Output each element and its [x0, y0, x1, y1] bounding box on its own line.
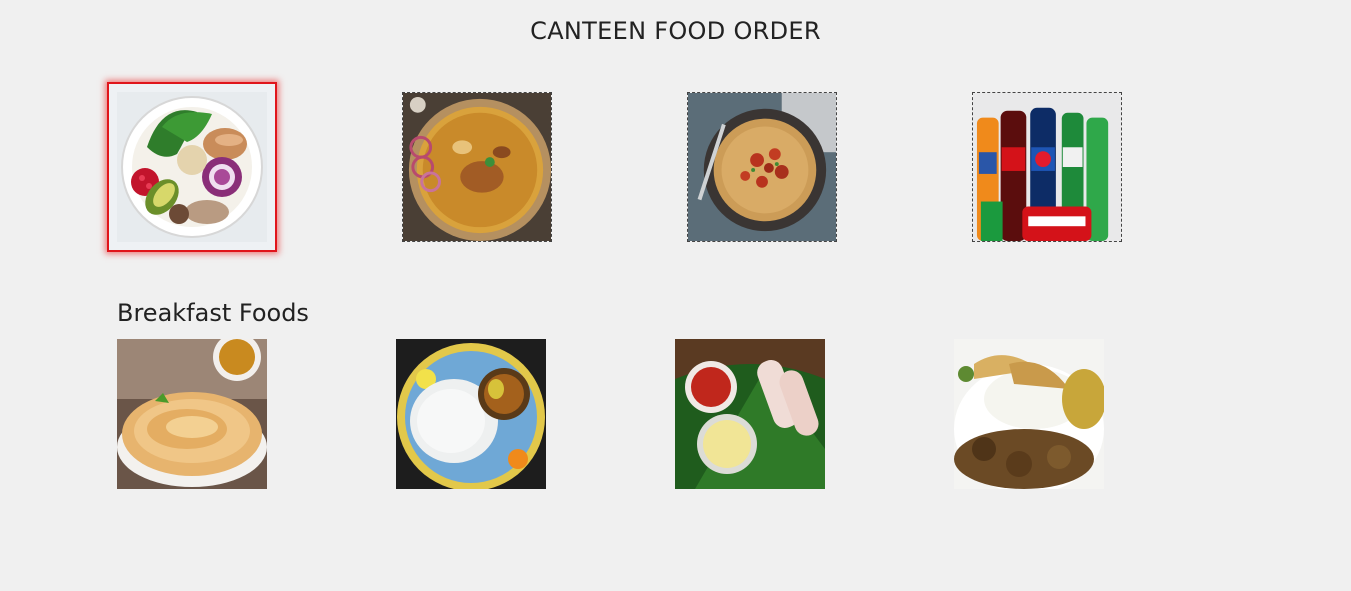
biryani-image: [403, 93, 551, 241]
food-item-salad-bowl[interactable]: [107, 82, 277, 252]
breakfast-item-idiyappam[interactable]: [396, 339, 546, 489]
breakfast-item-puttu[interactable]: [675, 339, 825, 489]
breakfast-item-parotta[interactable]: [117, 339, 267, 489]
spaghetti-image: [688, 93, 836, 241]
salad-bowl-image: [117, 92, 267, 242]
page-title: CANTEEN FOOD ORDER: [530, 17, 821, 45]
food-item-soft-drinks[interactable]: [972, 92, 1122, 242]
parotta-image: [117, 339, 267, 489]
food-item-spaghetti[interactable]: [687, 92, 837, 242]
food-item-biryani[interactable]: [402, 92, 552, 242]
section-heading-breakfast: Breakfast Foods: [117, 299, 309, 327]
puttu-image: [675, 339, 825, 489]
canteen-page: CANTEEN FOOD ORDER Breakfast Foods: [0, 0, 1351, 591]
rice-curry-image: [954, 339, 1104, 489]
idiyappam-image: [396, 339, 546, 489]
breakfast-item-rice-curry[interactable]: [954, 339, 1104, 489]
soft-drinks-image: [973, 93, 1121, 241]
